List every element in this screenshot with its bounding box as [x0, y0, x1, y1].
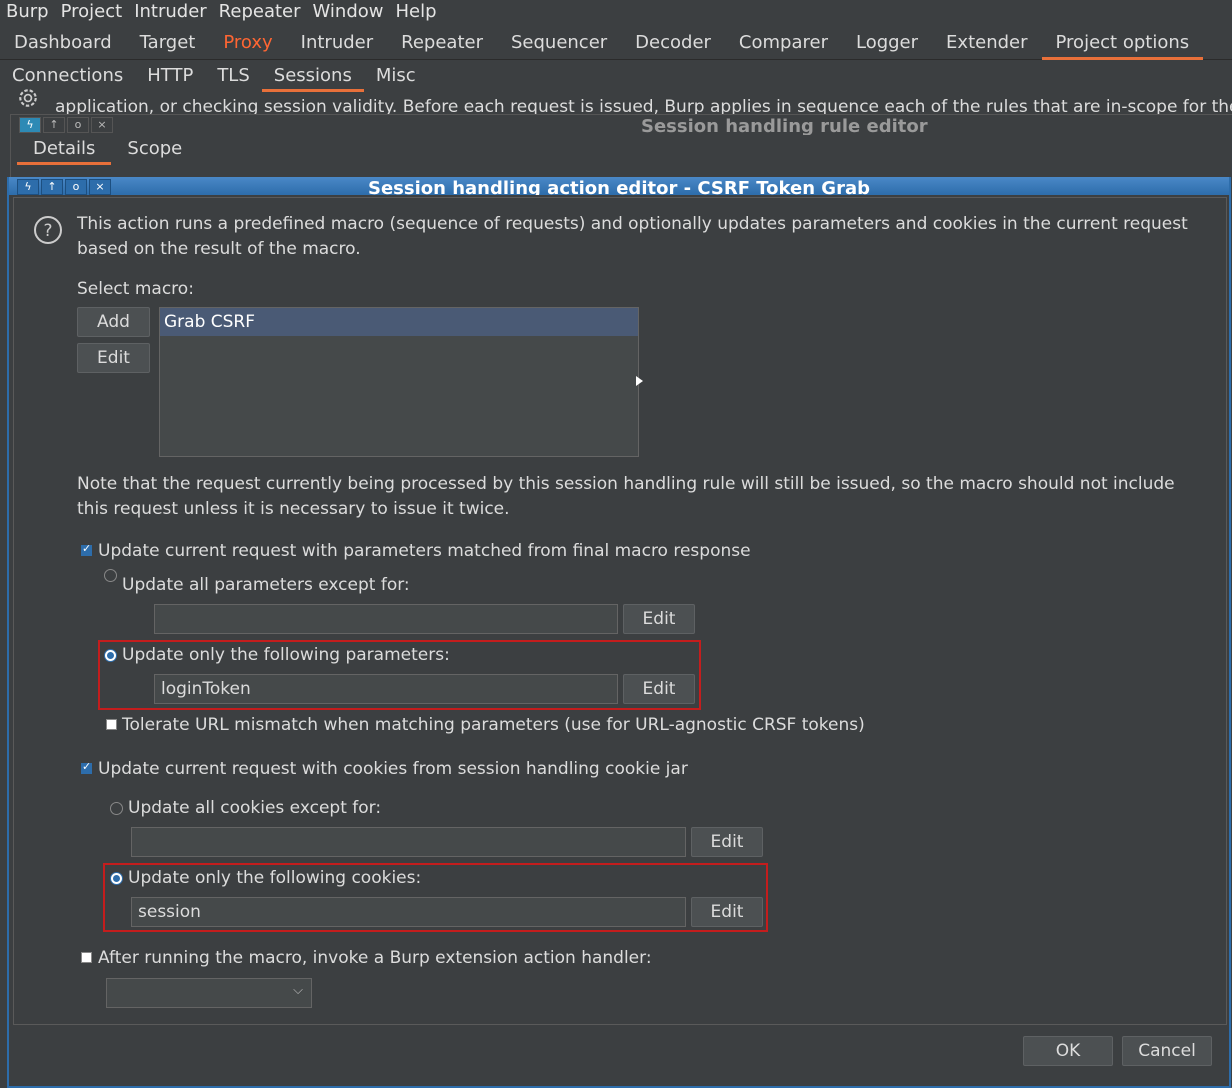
list-item[interactable]: Grab CSRF	[160, 308, 638, 336]
description-line-2: based on the result of the macro.	[77, 239, 361, 259]
extension-handler-label[interactable]: After running the macro, invoke a Burp e…	[98, 948, 652, 968]
menu-intruder[interactable]: Intruder	[128, 0, 212, 24]
sub-tab-bar: Connections HTTP TLS Sessions Misc	[0, 60, 1232, 92]
cursor-icon	[636, 376, 643, 386]
menu-burp[interactable]: Burp	[0, 0, 55, 24]
burp-icon: ϟ	[19, 117, 41, 133]
note-line-2: this request unless it is necessary to i…	[77, 499, 510, 519]
update-only-cookies-field[interactable]: session	[131, 897, 686, 927]
close-icon[interactable]: ×	[91, 117, 113, 133]
rule-editor-title: Session handling rule editor	[641, 116, 928, 135]
tab-extender[interactable]: Extender	[932, 27, 1041, 59]
select-macro-label: Select macro:	[77, 279, 194, 299]
add-macro-button[interactable]: Add	[77, 307, 150, 337]
update-cookies-checkbox[interactable]	[81, 760, 92, 774]
restore-icon[interactable]: o	[67, 117, 89, 133]
rule-editor-title-bar: ϟ ↑ o × Session handling rule editor	[11, 115, 1232, 135]
menu-bar: Burp Project Intruder Repeater Window He…	[0, 0, 1232, 24]
tolerate-mismatch-checkbox[interactable]	[106, 719, 117, 730]
extension-handler-checkbox[interactable]	[81, 952, 92, 963]
tab-proxy[interactable]: Proxy	[209, 27, 286, 59]
tab-details[interactable]: Details	[17, 133, 112, 165]
action-editor-title-bar: ϟ ↑ o × Session handling action editor -…	[9, 177, 1229, 195]
subtab-tls[interactable]: TLS	[205, 60, 261, 92]
chevron-down-icon: ⌵	[293, 983, 303, 998]
action-editor-panel: ? This action runs a predefined macro (s…	[13, 197, 1227, 1025]
update-all-cookies-radio[interactable]	[110, 802, 123, 815]
edit-only-cookies-button[interactable]: Edit	[691, 897, 763, 927]
tab-project-options[interactable]: Project options	[1041, 27, 1204, 60]
subtab-misc[interactable]: Misc	[364, 60, 428, 92]
subtab-sessions[interactable]: Sessions	[261, 60, 364, 92]
note-line-1: Note that the request currently being pr…	[77, 474, 1175, 494]
rule-editor-tabs: Details Scope	[17, 133, 198, 165]
cancel-button[interactable]: Cancel	[1122, 1036, 1212, 1066]
macro-list[interactable]: Grab CSRF	[159, 307, 639, 457]
update-all-params-label[interactable]: Update all parameters except for:	[122, 575, 410, 595]
update-params-checkbox[interactable]	[81, 542, 92, 556]
update-all-cookies-field[interactable]	[131, 827, 686, 857]
update-all-params-radio[interactable]	[104, 569, 117, 582]
maximize-icon[interactable]: ↑	[43, 117, 65, 133]
tab-scope[interactable]: Scope	[111, 133, 198, 165]
update-only-params-field[interactable]: loginToken	[154, 674, 618, 704]
edit-macro-button[interactable]: Edit	[77, 343, 150, 373]
tab-comparer[interactable]: Comparer	[725, 27, 842, 59]
tab-intruder[interactable]: Intruder	[287, 27, 387, 59]
tab-dashboard[interactable]: Dashboard	[0, 27, 126, 59]
edit-only-params-button[interactable]: Edit	[623, 674, 695, 704]
menu-project[interactable]: Project	[55, 0, 129, 24]
subtab-http[interactable]: HTTP	[135, 60, 205, 92]
ok-button[interactable]: OK	[1023, 1036, 1113, 1066]
gear-icon	[14, 86, 42, 110]
action-editor-title: Session handling action editor - CSRF To…	[368, 178, 870, 195]
help-icon[interactable]: ?	[33, 215, 63, 245]
tab-sequencer[interactable]: Sequencer	[497, 27, 621, 59]
update-only-params-radio[interactable]	[104, 649, 117, 662]
update-only-cookies-label[interactable]: Update only the following cookies:	[128, 868, 421, 888]
tab-repeater[interactable]: Repeater	[387, 27, 497, 59]
update-all-params-field[interactable]	[154, 604, 618, 634]
description-line-1: This action runs a predefined macro (seq…	[77, 214, 1188, 234]
tab-logger[interactable]: Logger	[842, 27, 932, 59]
menu-help[interactable]: Help	[390, 0, 443, 24]
tab-decoder[interactable]: Decoder	[621, 27, 725, 59]
edit-all-cookies-button[interactable]: Edit	[691, 827, 763, 857]
tab-target[interactable]: Target	[126, 27, 210, 59]
action-editor-window: ϟ ↑ o × Session handling action editor -…	[7, 177, 1231, 1088]
menu-repeater[interactable]: Repeater	[213, 0, 307, 24]
update-all-cookies-label[interactable]: Update all cookies except for:	[128, 798, 381, 818]
background-description: application, or checking session validit…	[55, 97, 1232, 114]
update-only-cookies-radio[interactable]	[110, 872, 123, 885]
main-tab-bar: Dashboard Target Proxy Intruder Repeater…	[0, 27, 1232, 60]
update-params-label[interactable]: Update current request with parameters m…	[98, 541, 751, 561]
extension-handler-select[interactable]: ⌵	[106, 978, 312, 1008]
svg-text:?: ?	[43, 221, 52, 241]
menu-window[interactable]: Window	[307, 0, 390, 24]
update-only-params-label[interactable]: Update only the following parameters:	[122, 645, 450, 665]
tolerate-mismatch-label[interactable]: Tolerate URL mismatch when matching para…	[122, 715, 865, 735]
update-cookies-label[interactable]: Update current request with cookies from…	[98, 759, 688, 779]
edit-all-params-button[interactable]: Edit	[623, 604, 695, 634]
